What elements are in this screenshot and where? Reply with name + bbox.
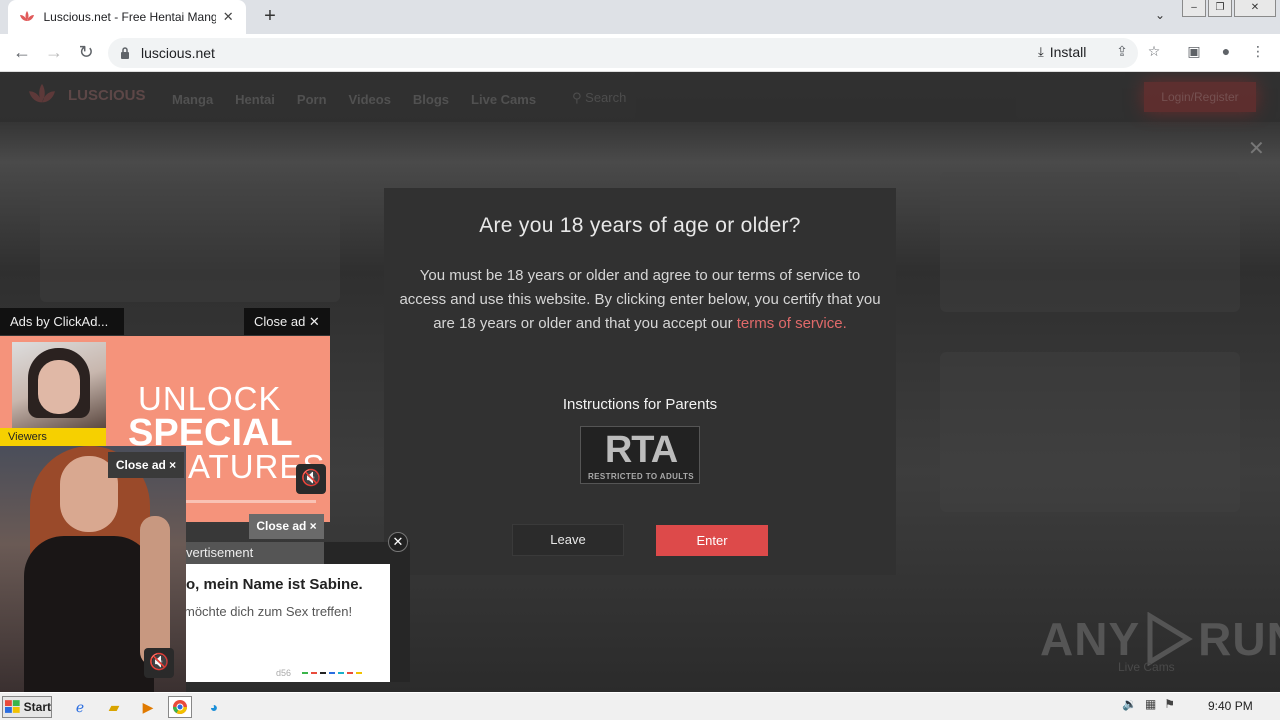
blurred-content (940, 352, 1240, 512)
windows-logo-icon (5, 700, 20, 713)
close-ad-button[interactable]: Close ad × (108, 452, 184, 478)
ad-card-title: o, mein Name ist Sabine. (186, 576, 363, 593)
blurred-content (940, 172, 1240, 312)
mute-speaker-icon[interactable]: 🔇 (296, 464, 326, 494)
nav-manga[interactable]: Manga (172, 92, 213, 107)
leave-button[interactable]: Leave (512, 524, 624, 556)
media-player-icon[interactable]: ▶ (136, 696, 160, 718)
rta-logo-text: RTA (604, 429, 678, 471)
video-ad-arm (140, 516, 170, 666)
live-cams-text: Live Cams (1118, 660, 1175, 674)
nav-videos[interactable]: Videos (349, 92, 391, 107)
edge-icon[interactable]: ◕ (202, 696, 226, 718)
ad-thumbnail-face (38, 360, 80, 414)
clock[interactable]: 9:40 PM (1208, 699, 1253, 713)
ad-card[interactable]: o, mein Name ist Sabine. möchte dich zum… (180, 564, 390, 682)
search-placeholder: Search (585, 90, 627, 105)
terms-of-service-link[interactable]: terms of service. (737, 315, 847, 332)
nav-porn[interactable]: Porn (297, 92, 327, 107)
chrome-icon[interactable] (168, 696, 192, 718)
ad-thumbnail[interactable] (12, 342, 106, 428)
circle-close-icon[interactable]: ✕ (388, 532, 408, 552)
lotus-logo-icon (29, 83, 55, 103)
system-tray: 🔉 ▦ ⚑ (1122, 697, 1175, 711)
site-nav: Manga Hentai Porn Videos Blogs Live Cams (172, 92, 536, 107)
windows-taskbar: Start ℯ ▰ ▶ ◕ 🔉 ▦ ⚑ 9:40 PM (0, 692, 1280, 720)
ad-viewers-badge: Viewers (0, 428, 106, 446)
install-label: Install (1049, 44, 1087, 60)
video-ad-body (24, 536, 154, 692)
file-explorer-icon[interactable]: ▰ (102, 696, 126, 718)
close-ad-button[interactable]: Close ad × (249, 514, 324, 539)
browser-toolbar: ← → ↻ luscious.net ⤓ Install ⇪ ☆ ▣ ● ⋮ (0, 34, 1280, 72)
web-page: LUSCIOUS Manga Hentai Porn Videos Blogs … (0, 72, 1280, 692)
window-controls: – ❐ ✕ (1182, 0, 1278, 18)
play-icon (1147, 612, 1193, 666)
overlay-close-icon[interactable]: ✕ (1248, 136, 1265, 161)
lock-icon (120, 46, 130, 59)
tab-close-icon[interactable]: ✕ (220, 9, 236, 25)
rta-logo-subtext: RESTRICTED TO ADULTS (587, 472, 695, 481)
forward-arrow-icon[interactable]: → (43, 42, 65, 64)
watermark-right-text: RUN (1198, 613, 1280, 665)
ad-progress-bar (186, 500, 316, 503)
modal-body: You must be 18 years or older and agree … (398, 264, 882, 336)
tab-search-chevron-icon[interactable]: ⌄ (1150, 8, 1170, 28)
start-label: Start (23, 700, 51, 714)
age-verification-modal: Are you 18 years of age or older? You mu… (384, 188, 896, 575)
new-tab-icon[interactable]: + (258, 5, 282, 29)
share-icon[interactable]: ⇪ (1112, 43, 1132, 63)
tab-title: Luscious.net - Free Hentai Manga, D (43, 10, 217, 24)
browser-tab[interactable]: Luscious.net - Free Hentai Manga, D ✕ (8, 0, 246, 34)
network-icon[interactable]: ▦ (1145, 697, 1156, 711)
login-register-button[interactable]: Login/Register (1144, 82, 1256, 112)
minimize-icon[interactable]: – (1182, 0, 1206, 17)
internet-explorer-icon[interactable]: ℯ (68, 696, 92, 718)
modal-title: Are you 18 years of age or older? (479, 214, 801, 237)
url-text: luscious.net (141, 45, 215, 61)
advertisement-label: vertisement (184, 542, 324, 564)
browser-tab-bar: Luscious.net - Free Hentai Manga, D ✕ + … (0, 0, 1280, 34)
enter-button[interactable]: Enter (656, 525, 768, 556)
ad-card-footer: d56 (276, 668, 292, 678)
site-search[interactable]: ⚲ Search (572, 90, 626, 106)
anyrun-watermark: ANY RUN (1040, 612, 1280, 666)
ad-card-text: möchte dich zum Sex treffen! (184, 604, 353, 619)
back-arrow-icon[interactable]: ← (11, 42, 33, 64)
site-logo-text: LUSCIOUS (68, 86, 146, 104)
window-close-icon[interactable]: ✕ (1234, 0, 1276, 17)
close-ad-button[interactable]: Close ad ✕ (244, 308, 330, 335)
nav-live-cams[interactable]: Live Cams (471, 92, 536, 107)
lotus-favicon-icon (18, 8, 35, 26)
volume-icon[interactable]: 🔉 (1122, 697, 1137, 711)
ads-by-label: Ads by ClickAd... (0, 308, 124, 335)
action-center-flag-icon[interactable]: ⚑ (1164, 697, 1175, 711)
search-icon: ⚲ (572, 90, 582, 105)
side-panel-icon[interactable]: ▣ (1184, 43, 1204, 63)
mute-speaker-icon[interactable]: 🔇 (144, 648, 174, 678)
restore-icon[interactable]: ❐ (1208, 0, 1232, 17)
rta-logo[interactable]: RTA RESTRICTED TO ADULTS (580, 426, 700, 484)
install-icon: ⤓ (1038, 44, 1044, 59)
nav-blogs[interactable]: Blogs (413, 92, 449, 107)
site-header: LUSCIOUS Manga Hentai Porn Videos Blogs … (0, 72, 1280, 122)
address-bar[interactable]: luscious.net ⤓ Install ⇪ ☆ (108, 38, 1160, 68)
reload-icon[interactable]: ↻ (75, 42, 97, 64)
nav-hentai[interactable]: Hentai (235, 92, 275, 107)
install-button[interactable]: ⤓ Install (1038, 44, 1086, 60)
ad-card-dots (302, 672, 362, 674)
start-button[interactable]: Start (2, 696, 52, 718)
bookmark-star-icon[interactable]: ☆ (1144, 43, 1164, 63)
instructions-for-parents[interactable]: Instructions for Parents (384, 396, 896, 413)
video-ad[interactable]: Close ad × 🔇 (0, 446, 186, 692)
watermark-left-text: ANY (1040, 613, 1141, 665)
site-logo[interactable]: LUSCIOUS (24, 82, 146, 108)
blurred-content (40, 182, 340, 302)
profile-avatar-icon[interactable]: ● (1216, 43, 1236, 63)
menu-kebab-icon[interactable]: ⋮ (1248, 43, 1268, 63)
